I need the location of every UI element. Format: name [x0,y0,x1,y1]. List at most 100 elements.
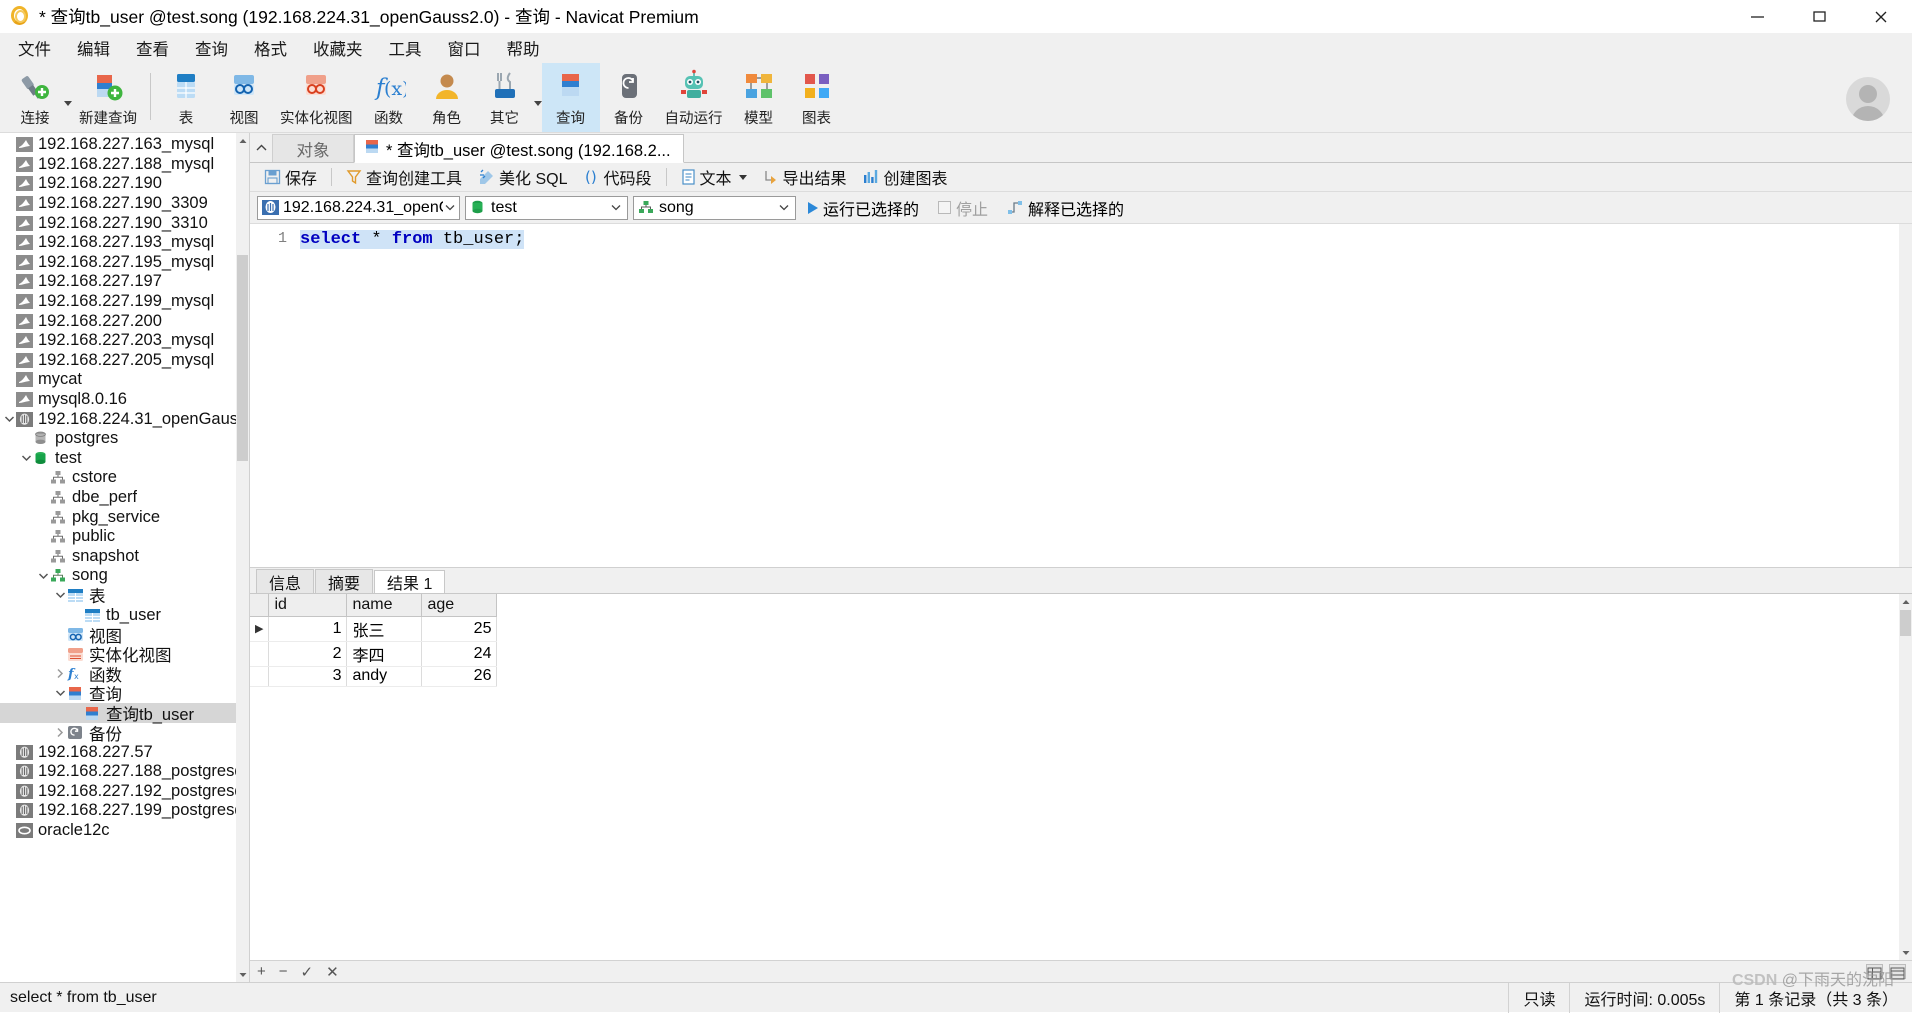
editor-scrollbar[interactable] [1899,224,1912,567]
grid-scroll-thumb[interactable] [1900,610,1911,636]
tab-info[interactable]: 信息 [256,569,314,593]
menu-item-favorites[interactable]: 收藏夹 [300,32,376,64]
tree-node[interactable]: 192.168.227.188_postgresql [0,762,249,782]
other-dropdown-icon[interactable] [534,101,542,106]
tree-node[interactable]: 查询tb_user [0,703,249,723]
add-record-button[interactable]: + [257,963,266,980]
cell-name[interactable]: 张三 [347,616,422,641]
result-grid[interactable]: idnameage▶1张三252李四243andy26 [250,593,1912,960]
save-button[interactable]: 保存 [256,163,325,191]
cancel-change-button[interactable]: ✕ [326,963,339,981]
tree-node[interactable]: tb_user [0,605,249,625]
cell-name[interactable]: andy [347,666,422,686]
tab-summary[interactable]: 摘要 [315,569,373,593]
twisty-open-icon[interactable] [19,454,33,462]
twisty-open-icon[interactable] [36,572,50,580]
twisty-closed-icon[interactable] [53,727,67,738]
grid-scrollbar-vertical[interactable] [1899,594,1912,960]
beautify-sql-button[interactable]: 美化 SQL [470,163,575,191]
connection-dropdown-icon[interactable] [64,101,72,106]
form-view-icon[interactable] [1889,964,1906,979]
scroll-up-icon[interactable] [236,133,249,148]
tree-node[interactable]: 192.168.227.192_postgresql [0,782,249,802]
menu-item-query[interactable]: 查询 [182,32,241,64]
tree-node[interactable]: 192.168.227.195_mysql [0,253,249,273]
tab-result-1[interactable]: 结果 1 [374,570,445,594]
cell-age[interactable]: 24 [422,641,497,666]
result-table[interactable]: idnameage▶1张三252李四243andy26 [250,594,497,687]
twisty-open-icon[interactable] [53,591,67,599]
export-result-button[interactable]: 导出结果 [755,163,855,191]
collapse-panel-icon[interactable] [250,133,272,162]
tree-node[interactable]: 192.168.227.190_3309 [0,194,249,214]
minimize-button[interactable] [1726,0,1788,33]
toolbar-materialized-view[interactable]: 实体化视图 [273,63,360,132]
menu-item-window[interactable]: 窗口 [435,32,494,64]
toolbar-chart[interactable]: 图表 [788,63,846,132]
toolbar-new-query[interactable]: 新建查询 [72,63,144,132]
cell-id[interactable]: 1 [269,616,347,641]
tree-node[interactable]: public [0,527,249,547]
tree-node[interactable]: 192.168.227.188_mysql [0,155,249,175]
toolbar-query[interactable]: 查询 [542,63,600,132]
tab-query-document[interactable]: * 查询tb_user @test.song (192.168.2... [354,134,684,163]
menu-item-format[interactable]: 格式 [241,32,300,64]
menu-item-tools[interactable]: 工具 [376,32,435,64]
tree-node[interactable]: mycat [0,370,249,390]
cell-id[interactable]: 3 [269,666,347,686]
toolbar-connection[interactable]: 连接 [6,63,64,132]
tree-node[interactable]: postgres [0,429,249,449]
tree-node[interactable]: 192.168.227.163_mysql [0,135,249,155]
tree-node[interactable]: song [0,566,249,586]
sidebar-scrollbar[interactable] [236,133,249,982]
cell-id[interactable]: 2 [269,641,347,666]
twisty-open-icon[interactable] [2,415,16,423]
tab-objects[interactable]: 对象 [272,134,354,162]
menu-item-view[interactable]: 查看 [123,32,182,64]
chevron-down-icon[interactable] [607,204,625,211]
table-row[interactable]: 2李四24 [250,641,497,666]
twisty-closed-icon[interactable] [53,668,67,679]
tree-node[interactable]: pkg_service [0,507,249,527]
tree-node[interactable]: 实体化视图 [0,644,249,664]
tree-node[interactable]: 192.168.227.190 [0,174,249,194]
grid-scroll-up-icon[interactable] [1899,594,1912,609]
tree-node[interactable]: fx函数 [0,664,249,684]
code-snippet-button[interactable]: () 代码段 [576,163,660,191]
scroll-down-icon[interactable] [236,967,249,982]
connection-select[interactable]: 192.168.224.31_openGauss2 [257,196,460,220]
toolbar-model[interactable]: 模型 [730,63,788,132]
toolbar-role[interactable]: 角色 [418,63,476,132]
tree-node[interactable]: snapshot [0,546,249,566]
cell-age[interactable]: 25 [422,616,497,641]
text-dropdown-icon[interactable] [739,175,747,180]
tree-node[interactable]: 192.168.227.203_mysql [0,331,249,351]
schema-select[interactable]: song [633,196,796,220]
menu-item-file[interactable]: 文件 [5,32,64,64]
explain-selected-button[interactable]: 解释已选择的 [1000,194,1131,222]
tree-node[interactable]: oracle12c [0,821,249,841]
avatar[interactable] [1846,77,1890,121]
close-button[interactable] [1850,0,1912,33]
toolbar-automation[interactable]: 自动运行 [658,63,730,132]
tree-node[interactable]: cstore [0,468,249,488]
create-chart-button[interactable]: 创建图表 [855,163,956,191]
tree-node[interactable]: 表 [0,586,249,606]
tree-node[interactable]: 备份 [0,723,249,743]
tree-node[interactable]: dbe_perf [0,488,249,508]
apply-change-button[interactable]: ✓ [301,963,314,981]
tree-node[interactable]: 192.168.227.199_postgresql [0,801,249,821]
twisty-open-icon[interactable] [53,689,67,697]
tree-node[interactable]: 192.168.224.31_openGauss2.0 [0,409,249,429]
table-row[interactable]: ▶1张三25 [250,616,497,641]
grid-column-header[interactable]: age [422,594,497,616]
cell-name[interactable]: 李四 [347,641,422,666]
menu-item-help[interactable]: 帮助 [494,32,553,64]
toolbar-backup[interactable]: 备份 [600,63,658,132]
stop-button[interactable]: 停止 [931,194,995,222]
grid-view-icon[interactable] [1866,964,1883,979]
grid-column-header[interactable]: id [269,594,347,616]
tree-node[interactable]: mysql8.0.16 [0,390,249,410]
tree-node[interactable]: 192.168.227.57 [0,742,249,762]
toolbar-function[interactable]: f (x) 函数 [360,63,418,132]
